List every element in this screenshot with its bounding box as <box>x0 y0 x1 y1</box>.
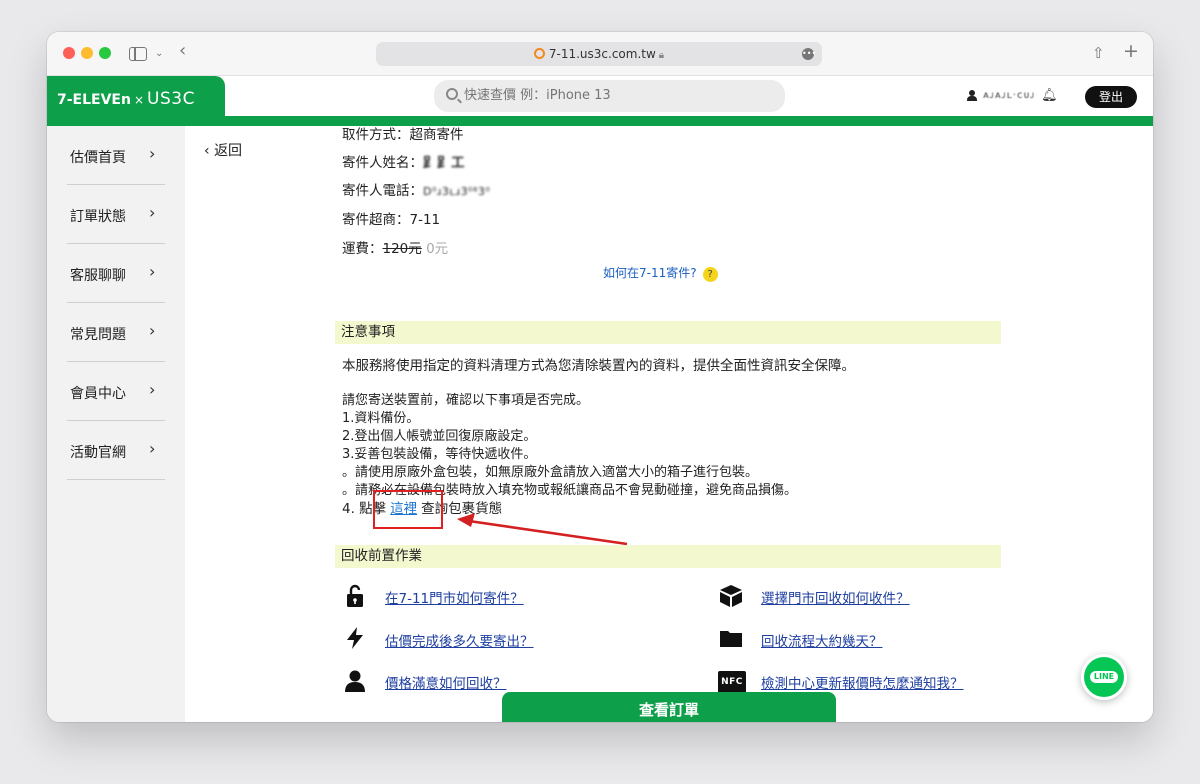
steps-intro: 請您寄送裝置前，確認以下事項是否完成。 <box>342 393 590 408</box>
sender-name-label: 寄件人姓名： <box>342 155 423 171</box>
shipping-final: 0元 <box>426 241 449 257</box>
user-name[interactable]: ᴀᴊᴀᴊʟ·ᴄᴜᴊ <box>983 90 1035 101</box>
chevron-right-icon: › <box>149 203 156 222</box>
sender-phone-value: D⁰ɹ3ʟɹ3⁰⁸3⁰ <box>423 185 491 198</box>
more-icon[interactable]: ••• <box>802 48 816 60</box>
header-divider <box>47 116 1153 126</box>
browser-window: ⌄ ‹ 7-11.us3c.com.tw 🔒︎ ••• ⇧ + 7-ELEVEn ×… <box>47 32 1153 722</box>
line-chat-button[interactable]: LINE <box>1081 654 1127 700</box>
site-header: 7-ELEVEn×US3C ᴀᴊᴀᴊʟ·ᴄᴜᴊ 🔔︎ 登出 <box>47 76 1153 124</box>
pickup-method: 取件方式：超商寄件 <box>342 127 464 143</box>
faq-link-price-update-notify[interactable]: 檢測中心更新報價時怎麼通知我？ <box>761 672 964 692</box>
chevron-right-icon: › <box>149 144 156 163</box>
prep-section-title: 回收前置作業 <box>335 545 1001 568</box>
main-content: ‹ 返回 取件方式：超商寄件 寄件人姓名：⻊⻊⼯ 寄件人電話：D⁰ɹ3ʟɹ3⁰⁸… <box>185 126 1153 722</box>
annotation-arrow-icon <box>457 513 628 546</box>
user-icon <box>967 90 977 101</box>
sidebar-item-event-site[interactable]: 活動官網 › <box>67 421 165 480</box>
chevron-right-icon: › <box>149 321 156 340</box>
step-1: 1.資料備份。 <box>342 411 420 426</box>
box-icon <box>720 585 742 607</box>
unlock-icon <box>347 584 363 607</box>
lock-icon: 🔒︎ <box>658 50 665 61</box>
chevron-right-icon: › <box>149 380 156 399</box>
sender-name: 寄件人姓名：⻊⻊⼯ <box>342 151 465 171</box>
shipping-original: 120元 <box>382 241 422 257</box>
sender-name-value: ⻊⻊⼯ <box>423 155 465 171</box>
chevron-down-icon[interactable]: ⌄ <box>155 43 163 65</box>
side-nav: 估價首頁 › 訂單狀態 › 客服聊聊 › 常見問題 › 會員中心 › 活動官網 › <box>47 126 185 722</box>
search-input[interactable] <box>434 80 785 112</box>
back-arrow-icon[interactable]: ‹ <box>179 40 186 62</box>
chevron-right-icon: › <box>149 439 156 458</box>
notice-text: 本服務將使用指定的資料清理方式為您清除裝置內的資料，提供全面性資訊安全保障。 <box>342 358 855 374</box>
user-area: ᴀᴊᴀᴊʟ·ᴄᴜᴊ 🔔︎ <box>967 88 1058 103</box>
back-button[interactable]: ‹ 返回 <box>204 140 242 160</box>
site-favicon-icon <box>533 48 545 59</box>
back-label: 返回 <box>214 143 243 159</box>
bell-icon[interactable]: 🔔︎ <box>1041 88 1058 103</box>
user-icon <box>345 670 365 692</box>
faq-link-how-to-ship[interactable]: 在7-11門市如何寄件？ <box>385 587 524 607</box>
view-order-button[interactable]: 查看訂單 <box>502 692 836 722</box>
line-label: LINE <box>1089 671 1119 683</box>
notice-section-title: 注意事項 <box>335 321 1001 344</box>
minimize-window-button[interactable] <box>81 47 93 59</box>
bolt-icon <box>347 627 363 649</box>
sidebar-item-label: 訂單狀態 <box>70 209 126 225</box>
new-tab-icon[interactable]: + <box>1123 40 1139 62</box>
sender-store: 寄件超商：7-11 <box>342 212 441 228</box>
faq-link-when-to-ship[interactable]: 估價完成後多久要寄出？ <box>385 630 534 650</box>
annotation-highlight-box <box>373 490 443 529</box>
sidebar-item-label: 客服聊聊 <box>70 268 126 284</box>
how-to-ship-label: 如何在7-11寄件? <box>603 266 697 280</box>
folder-icon <box>720 631 742 647</box>
sidebar-item-label: 常見問題 <box>70 327 126 343</box>
browser-toolbar: ⌄ ‹ 7-11.us3c.com.tw 🔒︎ ••• ⇧ + <box>47 32 1153 76</box>
sidebar-item-order-status[interactable]: 訂單狀態 › <box>67 185 165 244</box>
faq-link-process-days[interactable]: 回收流程大約幾天？ <box>761 630 883 650</box>
sender-phone-label: 寄件人電話： <box>342 183 423 199</box>
sender-phone: 寄件人電話：D⁰ɹ3ʟɹ3⁰⁸3⁰ <box>342 179 490 199</box>
chevron-left-icon: ‹ <box>204 143 215 159</box>
sidebar-item-support-chat[interactable]: 客服聊聊 › <box>67 244 165 303</box>
faq-link-store-pickup[interactable]: 選擇門市回收如何收件？ <box>761 587 910 607</box>
question-icon: ? <box>702 267 718 282</box>
address-bar[interactable]: 7-11.us3c.com.tw 🔒︎ ••• <box>376 42 822 66</box>
sidebar-item-member-center[interactable]: 會員中心 › <box>67 362 165 421</box>
sidebar-item-label: 活動官網 <box>70 445 126 461</box>
share-icon[interactable]: ⇧ <box>1092 42 1105 64</box>
sidebar-item-faq[interactable]: 常見問題 › <box>67 303 165 362</box>
nfc-icon: NFC <box>718 671 746 693</box>
url-text: 7-11.us3c.com.tw <box>548 47 656 61</box>
sidebar-item-label: 估價首頁 <box>70 150 126 166</box>
sidebar-item-estimate-home[interactable]: 估價首頁 › <box>67 126 165 185</box>
logout-button[interactable]: 登出 <box>1085 86 1137 108</box>
sidebar-item-label: 會員中心 <box>70 386 126 402</box>
step-3a: 。請使用原廠外盒包裝，如無原廠外盒請放入適當大小的箱子進行包裝。 <box>342 465 759 480</box>
close-window-button[interactable] <box>63 47 75 59</box>
shipping-label: 運費： <box>342 241 383 257</box>
search-icon <box>446 88 458 100</box>
line-icon: LINE <box>1084 657 1124 697</box>
brand-us3c: US3C <box>147 89 195 109</box>
faq-link-price-recycle[interactable]: 價格滿意如何回收？ <box>385 672 507 692</box>
shipping-fee: 運費：120元 0元 <box>342 237 448 257</box>
brand-separator: × <box>133 93 145 107</box>
brand-7eleven: 7-ELEVEn <box>57 92 131 108</box>
sidebar-toggle-icon[interactable] <box>129 47 147 61</box>
step-3: 3.妥善包裝設備，等待快遞收件。 <box>342 447 537 462</box>
chevron-right-icon: › <box>149 262 156 281</box>
zoom-window-button[interactable] <box>99 47 111 59</box>
step-2: 2.登出個人帳號並回復原廠設定。 <box>342 429 537 444</box>
how-to-ship-link[interactable]: 如何在7-11寄件?? <box>603 264 718 282</box>
